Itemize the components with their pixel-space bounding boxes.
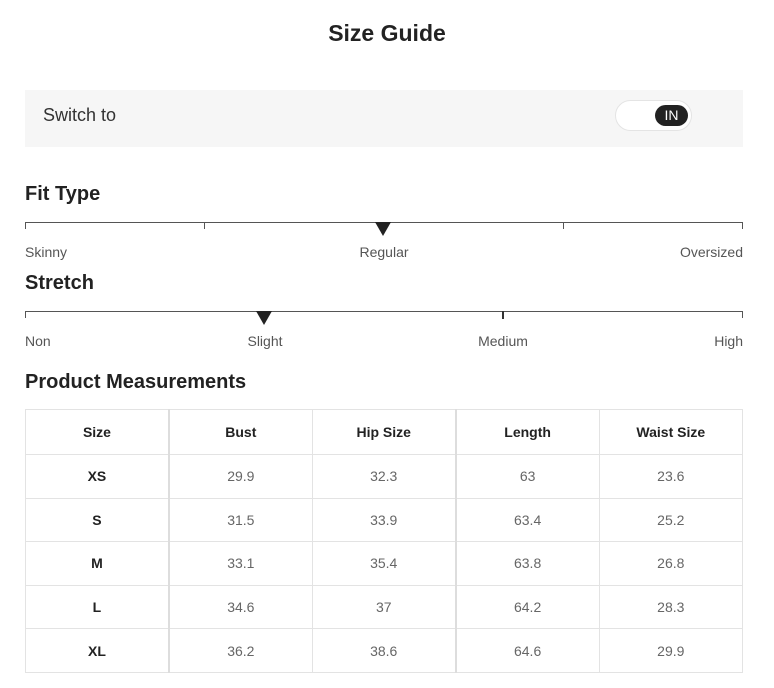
fit-type-tick bbox=[25, 222, 26, 229]
waist-size-cell: 23.6 bbox=[598, 454, 744, 499]
waist-size-cell: 25.2 bbox=[598, 497, 744, 543]
waist-size-cell: 29.9 bbox=[598, 628, 744, 673]
hip-size-cell: 35.4 bbox=[311, 541, 457, 586]
length-cell: 63 bbox=[455, 454, 600, 499]
table-row: XS 29.9 32.3 63 23.6 bbox=[24, 454, 744, 499]
table-row: L 34.6 37 64.2 28.3 bbox=[24, 584, 744, 630]
measurements-table: Size Bust Hip Size Length Waist Size XS … bbox=[24, 409, 744, 673]
waist-size-cell: 26.8 bbox=[598, 541, 744, 586]
stretch-scale bbox=[25, 311, 743, 325]
stretch-label-slight: Slight bbox=[247, 333, 283, 349]
stretch-tick bbox=[742, 311, 743, 318]
product-measurements-title: Product Measurements bbox=[25, 371, 247, 393]
hip-size-cell: 33.9 bbox=[311, 497, 457, 543]
switch-label: Switch to bbox=[43, 105, 117, 125]
bust-cell: 29.9 bbox=[168, 454, 313, 499]
fit-type-tick bbox=[204, 222, 205, 229]
hip-size-cell: 32.3 bbox=[311, 454, 457, 499]
length-cell: 63.8 bbox=[455, 541, 600, 586]
bust-cell: 31.5 bbox=[168, 497, 313, 543]
fit-type-tick bbox=[742, 222, 743, 229]
table-row: M 33.1 35.4 63.8 26.8 bbox=[24, 541, 744, 586]
stretch-title: Stretch bbox=[25, 272, 94, 294]
unit-toggle[interactable]: IN bbox=[615, 100, 692, 131]
fit-type-title: Fit Type bbox=[25, 183, 101, 205]
column-header-bust: Bust bbox=[168, 409, 313, 455]
table-row: XL 36.2 38.6 64.6 29.9 bbox=[24, 628, 744, 673]
hip-size-cell: 37 bbox=[311, 584, 457, 630]
bust-cell: 33.1 bbox=[168, 541, 313, 586]
fit-type-scale bbox=[25, 222, 743, 236]
fit-type-label-skinny: Skinny bbox=[25, 244, 68, 260]
stretch-label-medium: Medium bbox=[478, 333, 528, 349]
size-cell: L bbox=[24, 584, 170, 630]
column-header-waist-size: Waist Size bbox=[598, 409, 744, 455]
unit-switch-bar: Switch to IN bbox=[25, 90, 743, 147]
stretch-tick bbox=[25, 311, 26, 318]
column-header-size: Size bbox=[24, 409, 170, 455]
length-cell: 63.4 bbox=[455, 497, 600, 543]
waist-size-cell: 28.3 bbox=[598, 584, 744, 630]
hip-size-cell: 38.6 bbox=[311, 628, 457, 673]
column-header-hip-size: Hip Size bbox=[311, 409, 457, 455]
size-cell: M bbox=[24, 541, 170, 586]
length-cell: 64.6 bbox=[455, 628, 600, 673]
fit-type-marker-icon bbox=[375, 222, 391, 236]
bust-cell: 34.6 bbox=[168, 584, 313, 630]
stretch-label-high: High bbox=[714, 333, 743, 349]
length-cell: 64.2 bbox=[455, 584, 600, 630]
table-row: S 31.5 33.9 63.4 25.2 bbox=[24, 497, 744, 543]
stretch-marker-icon bbox=[256, 311, 272, 325]
bust-cell: 36.2 bbox=[168, 628, 313, 673]
fit-type-label-oversized: Oversized bbox=[679, 244, 743, 260]
stretch-scale-line bbox=[25, 311, 743, 312]
stretch-tick bbox=[502, 311, 504, 319]
column-header-length: Length bbox=[455, 409, 600, 455]
stretch-label-non: Non bbox=[25, 333, 51, 349]
size-cell: XS bbox=[24, 454, 170, 499]
table-header-row: Size Bust Hip Size Length Waist Size bbox=[24, 409, 744, 455]
size-cell: XL bbox=[24, 628, 170, 673]
page-title: Size Guide bbox=[328, 20, 446, 46]
toggle-knob-in[interactable]: IN bbox=[655, 105, 688, 126]
fit-type-label-regular: Regular bbox=[359, 244, 409, 260]
size-cell: S bbox=[24, 497, 170, 543]
fit-type-tick bbox=[563, 222, 564, 229]
